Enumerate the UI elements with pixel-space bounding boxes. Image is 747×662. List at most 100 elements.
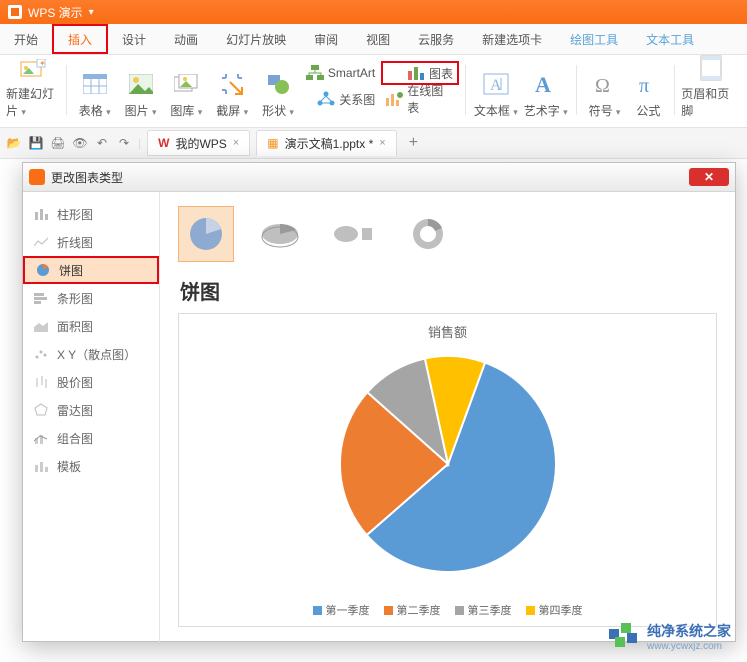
- screenshot-icon: [218, 70, 246, 98]
- wordart-button[interactable]: A 艺术字 ▾: [522, 59, 570, 119]
- category-pie[interactable]: 饼图: [23, 256, 159, 284]
- relation-button[interactable]: 关系图: [302, 87, 379, 111]
- gallery-button[interactable]: 图库 ▾: [164, 59, 208, 119]
- svg-text:A: A: [535, 72, 551, 96]
- chart-title: 销售额: [179, 314, 716, 341]
- change-chart-type-dialog: 更改图表类型 ✕ 柱形图 折线图 饼图 条形图 面积图 X Y（散点图） 股价图…: [22, 162, 736, 642]
- menu-tab-texttools[interactable]: 文本工具: [632, 24, 708, 54]
- chart-icon: [407, 65, 425, 81]
- shapes-icon: [264, 70, 292, 98]
- menu-tab-insert[interactable]: 插入: [52, 24, 108, 54]
- subtype-pie[interactable]: [178, 206, 234, 262]
- new-slide-icon: ✦: [19, 59, 47, 81]
- stock-chart-icon: [33, 374, 49, 390]
- category-combo[interactable]: 组合图: [23, 424, 159, 452]
- table-button[interactable]: 表格 ▾: [73, 59, 117, 119]
- shapes-button[interactable]: 形状 ▾: [256, 59, 300, 119]
- document-tabs: 📂 💾 🖨 👁 ↶ ↷ | W 我的WPS × ▦ 演示文稿1.pptx * ×…: [0, 128, 747, 159]
- menu-tab-view[interactable]: 视图: [352, 24, 404, 54]
- tab-my-wps[interactable]: W 我的WPS ×: [147, 130, 250, 156]
- app-titlebar: WPS 演示 ▾: [0, 0, 747, 24]
- preview-title: 饼图: [180, 276, 717, 305]
- menu-tab-cloud[interactable]: 云服务: [404, 24, 468, 54]
- close-icon[interactable]: ×: [379, 137, 385, 149]
- category-line[interactable]: 折线图: [23, 228, 159, 256]
- equation-button[interactable]: π 公式: [628, 59, 668, 119]
- menu-bar: 开始 插入 设计 动画 幻灯片放映 审阅 视图 云服务 新建选项卡 绘图工具 文…: [0, 24, 747, 55]
- ribbon: ✦ 新建幻灯片 ▾ 表格 ▾ 图片 ▾ 图库 ▾ 截屏 ▾ 形状 ▾ Smart…: [0, 55, 747, 128]
- chart-preview: 销售额 第一季度第二季度第三季度第四季度: [178, 313, 717, 627]
- subtype-doughnut[interactable]: [400, 206, 456, 262]
- chart-legend: 第一季度第二季度第三季度第四季度: [179, 602, 716, 618]
- picture-button[interactable]: 图片 ▾: [119, 59, 163, 119]
- pie-chart: [179, 349, 716, 579]
- menu-tab-slideshow[interactable]: 幻灯片放映: [212, 24, 300, 54]
- new-slide-button[interactable]: ✦ 新建幻灯片 ▾: [6, 59, 60, 119]
- menu-tab-start[interactable]: 开始: [0, 24, 52, 54]
- tab-file[interactable]: ▦ 演示文稿1.pptx * ×: [256, 130, 396, 156]
- wordart-icon: A: [532, 70, 560, 98]
- symbol-icon: Ω: [591, 70, 619, 98]
- online-chart-button[interactable]: 在线图表: [381, 87, 459, 111]
- print-icon[interactable]: 🖨: [50, 135, 66, 151]
- header-footer-icon: [697, 55, 725, 81]
- save-icon[interactable]: 💾: [28, 135, 44, 151]
- app-title: WPS 演示: [28, 4, 83, 21]
- bar-chart-icon: [33, 290, 49, 306]
- line-chart-icon: [33, 234, 49, 250]
- column-chart-icon: [33, 206, 49, 222]
- tab-label: 我的WPS: [175, 135, 226, 152]
- picture-icon: [127, 70, 155, 98]
- category-template[interactable]: 模板: [23, 452, 159, 480]
- smartart-button[interactable]: SmartArt: [302, 61, 379, 85]
- app-logo-icon: [8, 5, 22, 19]
- gallery-icon: [172, 70, 200, 98]
- legend-item: 第二季度: [384, 602, 441, 618]
- category-stock[interactable]: 股价图: [23, 368, 159, 396]
- category-area[interactable]: 面积图: [23, 312, 159, 340]
- dialog-close-button[interactable]: ✕: [689, 168, 729, 186]
- dialog-titlebar: 更改图表类型 ✕: [23, 163, 735, 192]
- category-radar[interactable]: 雷达图: [23, 396, 159, 424]
- watermark-logo-icon: [609, 623, 639, 651]
- subtype-pie3d[interactable]: [252, 206, 308, 262]
- menu-tab-design[interactable]: 设计: [108, 24, 160, 54]
- subtype-pie-of-pie[interactable]: [326, 206, 382, 262]
- menu-tab-review[interactable]: 审阅: [300, 24, 352, 54]
- undo-icon[interactable]: ↶: [94, 135, 110, 151]
- watermark: 纯净系统之家 www.ycwxjz.com: [609, 621, 731, 652]
- redo-icon[interactable]: ↷: [116, 135, 132, 151]
- header-footer-button[interactable]: 页眉和页脚: [681, 59, 741, 119]
- menu-tab-animation[interactable]: 动画: [160, 24, 212, 54]
- open-icon[interactable]: 📂: [6, 135, 22, 151]
- menu-tab-drawtools[interactable]: 绘图工具: [556, 24, 632, 54]
- app-dropdown-icon[interactable]: ▾: [89, 7, 94, 18]
- smartart-icon: [306, 65, 324, 81]
- svg-text:π: π: [639, 75, 649, 95]
- pptx-file-icon: ▦: [267, 136, 278, 150]
- screenshot-button[interactable]: 截屏 ▾: [210, 59, 254, 119]
- legend-item: 第四季度: [526, 602, 583, 618]
- category-column[interactable]: 柱形图: [23, 200, 159, 228]
- print-preview-icon[interactable]: 👁: [72, 135, 88, 151]
- svg-text:✦: ✦: [39, 59, 46, 68]
- pie-chart-icon: [35, 262, 51, 278]
- chart-preview-pane: 饼图 销售额 第一季度第二季度第三季度第四季度: [160, 192, 735, 642]
- menu-tab-custom[interactable]: 新建选项卡: [468, 24, 556, 54]
- area-chart-icon: [33, 318, 49, 334]
- category-scatter[interactable]: X Y（散点图）: [23, 340, 159, 368]
- symbol-button[interactable]: Ω 符号 ▾: [583, 59, 627, 119]
- combo-chart-icon: [33, 430, 49, 446]
- textbox-button[interactable]: A 文本框 ▾: [472, 59, 520, 119]
- legend-item: 第三季度: [455, 602, 512, 618]
- close-icon[interactable]: ×: [233, 137, 239, 149]
- template-icon: [33, 458, 49, 474]
- new-tab-button[interactable]: +: [403, 134, 424, 152]
- tab-label: 演示文稿1.pptx *: [285, 135, 374, 152]
- dialog-title: 更改图表类型: [51, 169, 123, 186]
- equation-icon: π: [634, 70, 662, 98]
- relation-icon: [317, 91, 335, 107]
- scatter-chart-icon: [33, 346, 49, 362]
- category-bar[interactable]: 条形图: [23, 284, 159, 312]
- svg-text:Ω: Ω: [595, 75, 610, 95]
